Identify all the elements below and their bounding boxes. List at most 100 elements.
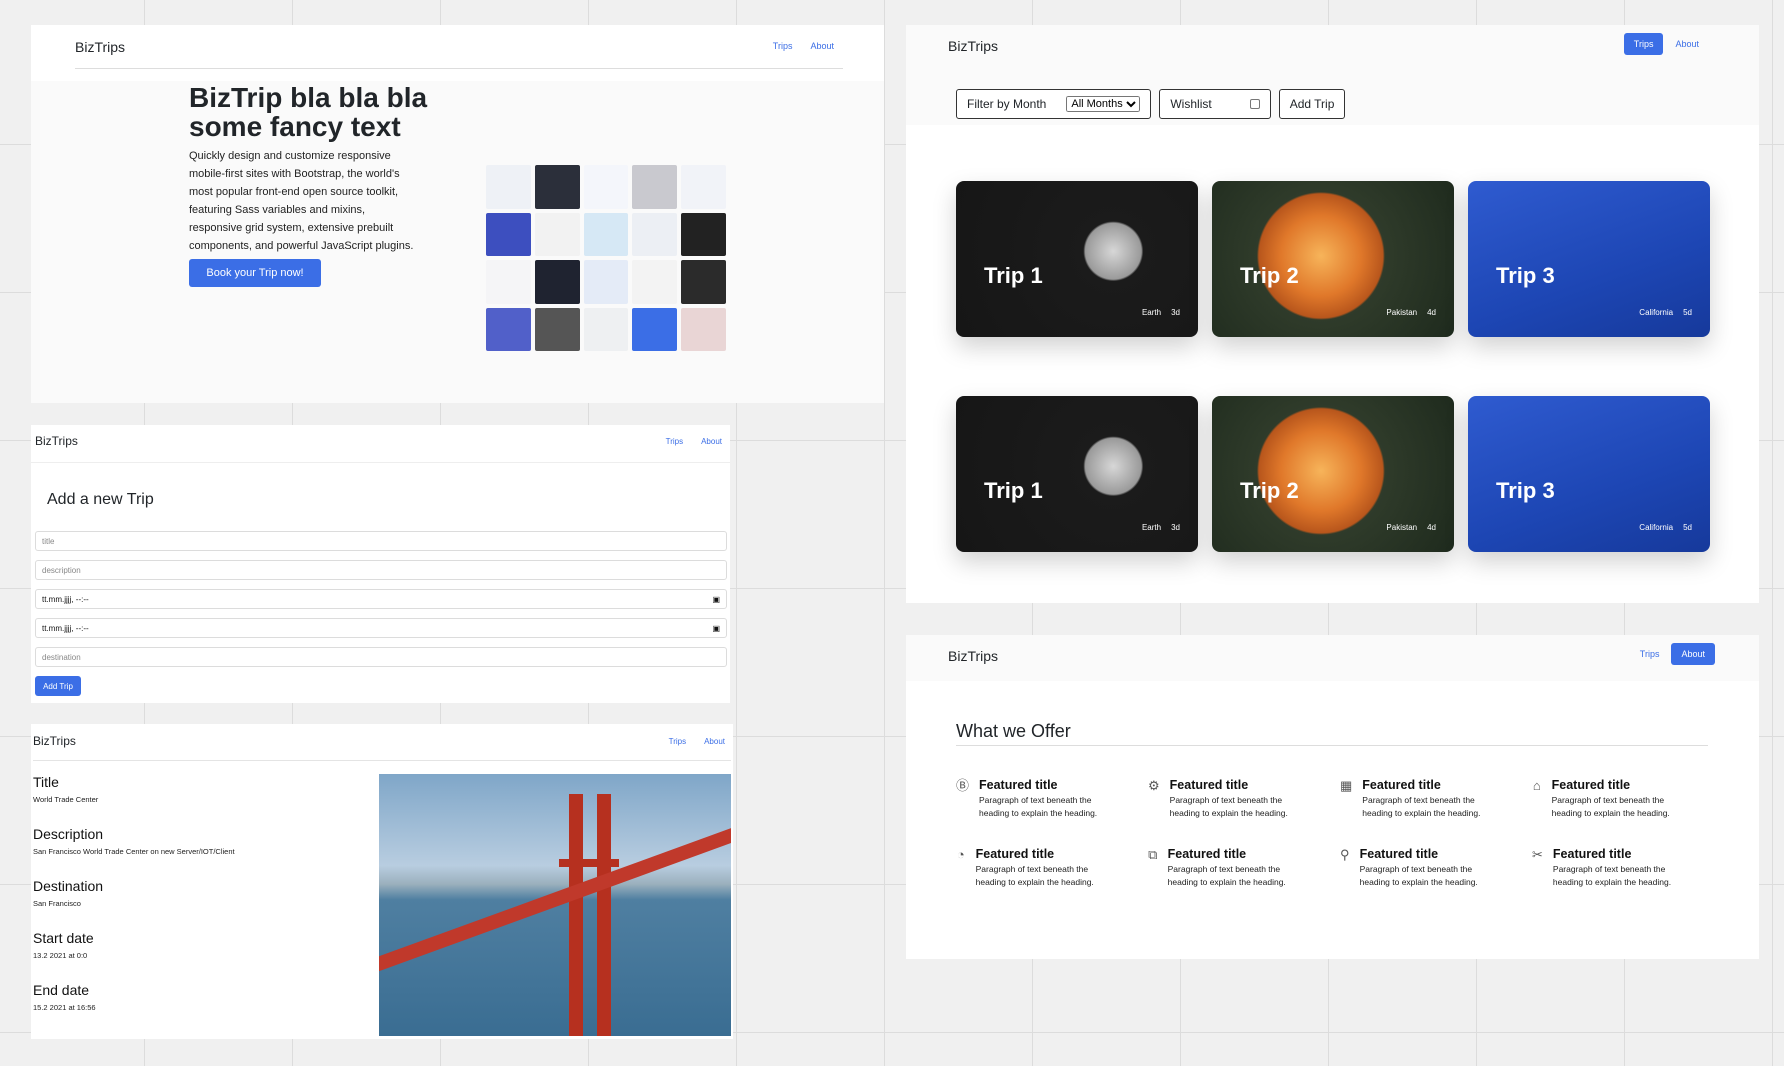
end-date-value: 15.2 2021 at 16:56 xyxy=(33,1003,96,1012)
destination-value: San Francisco xyxy=(33,899,81,908)
trip-card-place: California xyxy=(1639,523,1674,532)
nav-trips-link[interactable]: Trips xyxy=(663,733,692,750)
title-label: Title xyxy=(33,774,59,790)
trip-card[interactable]: Trip 3 California 5d xyxy=(1468,181,1710,337)
trip-card-days: 5d xyxy=(1683,308,1692,317)
nav-about-link[interactable]: About xyxy=(1671,643,1715,665)
end-date-input[interactable]: tt.mm.jjjj, --:-- ▣ xyxy=(35,618,727,638)
hero-lead: Quickly design and customize responsive … xyxy=(189,150,414,252)
description-label: Description xyxy=(33,826,104,842)
nav-divider xyxy=(33,760,731,761)
feature-item: ⚲ Featured title Paragraph of text beneath… xyxy=(1340,847,1478,887)
brand-logo[interactable]: BizTrips xyxy=(35,434,78,448)
trips-board: BizTrips Trips About Filter by Month All… xyxy=(906,25,1759,603)
month-filter-label: Filter by Month xyxy=(967,97,1047,111)
add-trip-board: BizTrips Trips About Add a new Trip titl… xyxy=(31,425,730,703)
nav-trips-link[interactable]: Trips xyxy=(1634,645,1666,663)
toggles-icon: ⧉ xyxy=(1148,847,1158,862)
brand-logo[interactable]: BizTrips xyxy=(948,648,998,664)
home-icon: ⌂ xyxy=(1532,778,1541,793)
top-nav: Trips About xyxy=(1634,643,1715,665)
start-date-value: 13.2 2021 at 0:0 xyxy=(33,951,88,960)
trip-card[interactable]: Trip 1 Earth 3d xyxy=(956,396,1198,552)
speedometer-icon: ◔ xyxy=(956,847,965,862)
trip-card[interactable]: Trip 1 Earth 3d xyxy=(956,181,1198,337)
trip-card-title: Trip 2 xyxy=(1240,263,1299,288)
about-board: BizTrips Trips About What we Offer Ⓑ Feat… xyxy=(906,635,1759,959)
nav-about-link[interactable]: About xyxy=(1669,35,1705,53)
geo-icon: ⚲ xyxy=(1340,847,1350,862)
about-heading: What we Offer xyxy=(956,721,1071,741)
calendar-icon[interactable]: ▣ xyxy=(712,624,720,633)
trip-card-days: 4d xyxy=(1427,523,1436,532)
wishlist-label: Wishlist xyxy=(1170,97,1212,111)
brand-logo[interactable]: BizTrips xyxy=(948,38,998,54)
hero-mosaic-image xyxy=(486,165,726,351)
trip-detail-board: BizTrips Trips About Title World Trade Ce… xyxy=(31,724,733,1039)
trip-card-title: Trip 2 xyxy=(1240,478,1299,503)
trip-card-title: Trip 1 xyxy=(984,478,1043,503)
hero-bg xyxy=(31,81,884,403)
nav-trips-link[interactable]: Trips xyxy=(1623,33,1664,55)
month-filter: Filter by Month All Months xyxy=(956,89,1152,119)
bootstrap-icon: Ⓑ xyxy=(956,778,970,793)
feature-item: ◔ Featured title Paragraph of text beneath… xyxy=(956,847,1094,887)
nav-about-link[interactable]: About xyxy=(698,733,731,750)
add-trip-button[interactable]: Add Trip xyxy=(1278,89,1346,119)
top-nav: Trips About xyxy=(660,433,728,450)
calendar-icon: ▦ xyxy=(1340,778,1353,793)
trip-card[interactable]: Trip 2 Pakistan 4d xyxy=(1212,181,1454,337)
description-input[interactable]: description xyxy=(35,560,727,580)
nav-trips-link[interactable]: Trips xyxy=(767,37,799,55)
wishlist-toggle[interactable]: Wishlist xyxy=(1159,89,1271,119)
trip-card-place: Earth xyxy=(1141,523,1162,532)
nav-trips-link[interactable]: Trips xyxy=(660,433,689,450)
add-trip-submit-button[interactable]: Add Trip xyxy=(35,676,81,696)
feature-item: ⧉ Featured title Paragraph of text beneath… xyxy=(1148,847,1286,887)
trip-card-title: Trip 3 xyxy=(1496,478,1555,503)
top-nav: Trips About xyxy=(1623,33,1705,55)
title-input[interactable]: title xyxy=(35,531,727,551)
trip-card-place: Pakistan xyxy=(1386,308,1418,317)
trip-card-days: 5d xyxy=(1683,523,1692,532)
top-nav: Trips About xyxy=(663,733,731,750)
feature-item: ⌂ Featured title Paragraph of text beneath… xyxy=(1532,778,1670,818)
start-date-input[interactable]: tt.mm.jjjj, --:-- ▣ xyxy=(35,589,727,609)
title-value: World Trade Center xyxy=(33,795,99,804)
trip-card-place: California xyxy=(1639,308,1674,317)
nav-about-link[interactable]: About xyxy=(804,37,840,55)
filter-bar: Filter by Month All Months Wishlist Add … xyxy=(956,89,1346,119)
nav-divider xyxy=(75,68,843,69)
trip-card-days: 3d xyxy=(1171,308,1180,317)
trip-card-place: Earth xyxy=(1141,308,1162,317)
month-select[interactable]: All Months xyxy=(1066,96,1141,112)
trip-card[interactable]: Trip 2 Pakistan 4d xyxy=(1212,396,1454,552)
brand-logo[interactable]: BizTrips xyxy=(33,734,76,748)
form-heading: Add a new Trip xyxy=(47,491,154,508)
top-nav: Trips About xyxy=(767,37,840,55)
nav-divider xyxy=(31,462,730,463)
trip-card-place: Pakistan xyxy=(1386,523,1418,532)
trip-card-title: Trip 1 xyxy=(984,263,1043,288)
brand-logo[interactable]: BizTrips xyxy=(75,39,125,55)
trip-card-days: 3d xyxy=(1171,523,1180,532)
trip-card-days: 4d xyxy=(1427,308,1436,317)
calendar-icon[interactable]: ▣ xyxy=(712,595,720,604)
destination-input[interactable]: destination xyxy=(35,647,727,667)
wishlist-checkbox[interactable] xyxy=(1249,99,1260,109)
hero-title: BizTrip bla bla bla some fancy text xyxy=(189,82,428,142)
book-trip-button[interactable]: Book your Trip now! xyxy=(189,259,321,287)
tools-icon: ✂ xyxy=(1532,847,1543,862)
cpu-icon: ⚙ xyxy=(1148,778,1160,793)
nav-about-link[interactable]: About xyxy=(695,433,728,450)
start-date-label: Start date xyxy=(33,930,94,946)
end-date-label: End date xyxy=(33,982,90,998)
feature-item: ▦ Featured title Paragraph of text beneath… xyxy=(1340,778,1481,818)
trip-card[interactable]: Trip 3 California 5d xyxy=(1468,396,1710,552)
description-value: San Francisco World Trade Center on new … xyxy=(33,847,235,856)
feature-item: ✂ Featured title Paragraph of text beneath… xyxy=(1532,847,1672,887)
destination-label: Destination xyxy=(33,878,104,894)
heading-divider xyxy=(956,745,1708,746)
about-header-bg xyxy=(906,635,1759,681)
golden-gate-image xyxy=(379,774,731,1036)
